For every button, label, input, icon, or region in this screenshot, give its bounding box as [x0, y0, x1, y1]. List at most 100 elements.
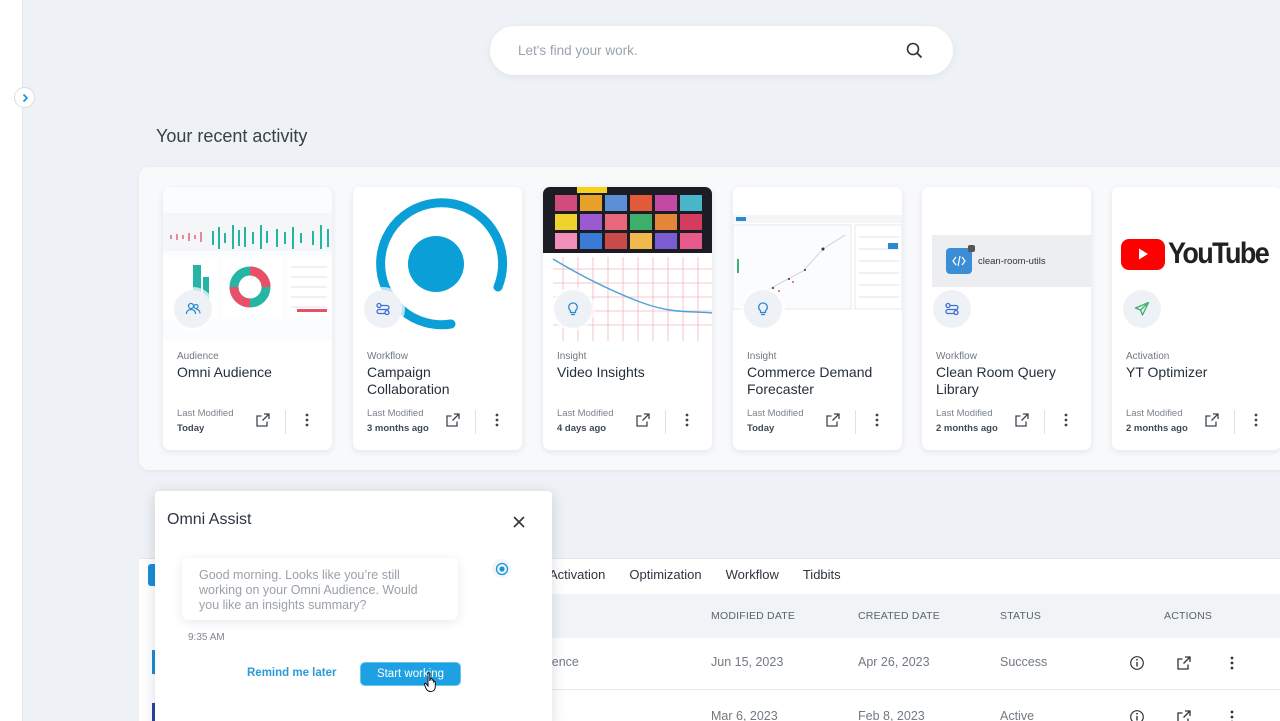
more-options-icon[interactable] [680, 412, 694, 428]
divider [665, 410, 666, 434]
open-external-icon[interactable] [1176, 655, 1192, 671]
column-actions: ACTIONS [1164, 610, 1213, 622]
tab-optimization[interactable]: Optimization [629, 567, 701, 582]
card-title[interactable]: YT Optimizer [1126, 364, 1276, 381]
row-status: Success [1000, 655, 1048, 669]
lock-icon [968, 245, 975, 252]
row-created-date: Apr 26, 2023 [858, 655, 930, 669]
youtube-logo: YouTube [1121, 237, 1279, 271]
lightbulb-icon [744, 290, 782, 328]
row-modified-date: Mar 6, 2023 [711, 709, 778, 721]
last-modified-value: Today [177, 423, 205, 434]
search-input[interactable] [518, 43, 905, 58]
open-external-icon[interactable] [445, 412, 461, 428]
last-modified-label: Last Modified [936, 408, 993, 419]
workflow-icon [933, 290, 971, 328]
more-options-icon[interactable] [1249, 412, 1263, 428]
recent-activity-title: Your recent activity [156, 126, 308, 146]
card-category: Insight [557, 351, 587, 362]
last-modified-value: 2 months ago [1126, 423, 1188, 434]
more-options-icon[interactable] [1059, 412, 1073, 428]
message-timestamp: 9:35 AM [188, 632, 225, 643]
more-options-icon[interactable] [1224, 655, 1240, 671]
search-icon[interactable] [905, 41, 925, 61]
info-icon[interactable] [1129, 709, 1145, 721]
recent-card-yt-optimizer[interactable]: YouTube Activation YT Optimizer Last Mod… [1112, 187, 1280, 450]
card-title[interactable]: Omni Audience [177, 364, 327, 381]
search-bar [490, 26, 953, 75]
card-category: Insight [747, 351, 777, 362]
recent-card-clean-room-query-library[interactable]: clean-room-utils Workflow Clean Room Que… [922, 187, 1091, 450]
expand-sidebar-button[interactable] [14, 87, 35, 108]
people-icon [174, 290, 212, 328]
recent-card-commerce-demand-forecaster[interactable]: Insight Commerce Demand Forecaster Last … [733, 187, 902, 450]
card-title[interactable]: Commerce Demand Forecaster [747, 364, 897, 398]
card-title[interactable]: Clean Room Query Library [936, 364, 1086, 398]
open-external-icon[interactable] [1014, 412, 1030, 428]
chevron-right-icon [22, 93, 28, 102]
column-created-date[interactable]: CREATED DATE [858, 610, 940, 622]
info-icon[interactable] [1129, 655, 1145, 671]
open-external-icon[interactable] [825, 412, 841, 428]
close-icon[interactable] [512, 515, 526, 529]
card-title[interactable]: Campaign Collaboration [367, 364, 517, 398]
tab-workflow[interactable]: Workflow [726, 567, 779, 582]
omni-assist-panel: Omni Assist Good morning. Looks like you… [155, 491, 552, 721]
recent-card-video-insights[interactable]: Insight Video Insights Last Modified 4 d… [543, 187, 712, 450]
last-modified-label: Last Modified [557, 408, 614, 419]
last-modified-label: Last Modified [747, 408, 804, 419]
more-options-icon[interactable] [490, 412, 504, 428]
last-modified-value: Today [747, 423, 775, 434]
code-snippet-banner: clean-room-utils [932, 235, 1091, 287]
last-modified-label: Last Modified [1126, 408, 1183, 419]
remind-me-later-button[interactable]: Remind me later [247, 667, 336, 679]
last-modified-label: Last Modified [177, 408, 234, 419]
open-external-icon[interactable] [635, 412, 651, 428]
card-title[interactable]: Video Insights [557, 364, 707, 381]
column-modified-date[interactable]: MODIFIED DATE [711, 610, 795, 622]
recent-card-omni-audience[interactable]: Audience Omni Audience Last Modified Tod… [163, 187, 332, 450]
start-working-button[interactable]: Start working [360, 662, 461, 686]
last-modified-value: 3 months ago [367, 423, 429, 434]
tab-activation[interactable]: Activation [549, 567, 605, 582]
last-modified-value: 4 days ago [557, 423, 607, 434]
lightbulb-icon [554, 290, 592, 328]
assist-message: Good morning. Looks like you’re still wo… [182, 558, 458, 620]
hand-cursor-icon [423, 672, 436, 692]
open-external-icon[interactable] [1204, 412, 1220, 428]
code-icon [946, 245, 975, 274]
row-created-date: Feb 8, 2023 [858, 709, 925, 721]
play-icon [1121, 238, 1165, 270]
thumb-label: clean-room-utils [978, 255, 1046, 267]
paper-plane-icon [1123, 290, 1161, 328]
card-category: Workflow [936, 351, 977, 362]
tab-tidbits[interactable]: Tidbits [803, 567, 841, 582]
assist-title: Omni Assist [167, 511, 252, 528]
last-modified-value: 2 months ago [936, 423, 998, 434]
divider [475, 410, 476, 434]
card-category: Activation [1126, 351, 1170, 362]
more-options-icon[interactable] [1224, 709, 1240, 721]
row-name[interactable]: ience [549, 655, 579, 669]
open-external-icon[interactable] [255, 412, 271, 428]
row-status: Active [1000, 709, 1035, 721]
last-modified-label: Last Modified [367, 408, 424, 419]
assistant-avatar-icon [492, 559, 511, 578]
left-rail [0, 0, 23, 721]
more-options-icon[interactable] [300, 412, 314, 428]
row-divider [549, 689, 1280, 690]
category-tabs: Activation Optimization Workflow Tidbits [549, 567, 841, 582]
open-external-icon[interactable] [1176, 709, 1192, 721]
workflow-icon [364, 290, 402, 328]
divider [855, 410, 856, 434]
card-category: Workflow [367, 351, 408, 362]
row-modified-date: Jun 15, 2023 [711, 655, 784, 669]
column-status[interactable]: STATUS [1000, 610, 1041, 622]
divider [285, 410, 286, 434]
card-category: Audience [177, 351, 219, 362]
youtube-wordmark: YouTube [1168, 237, 1270, 270]
more-options-icon[interactable] [870, 412, 884, 428]
divider [1234, 410, 1235, 434]
divider [1044, 410, 1045, 434]
recent-card-campaign-collaboration[interactable]: Workflow Campaign Collaboration Last Mod… [353, 187, 522, 450]
